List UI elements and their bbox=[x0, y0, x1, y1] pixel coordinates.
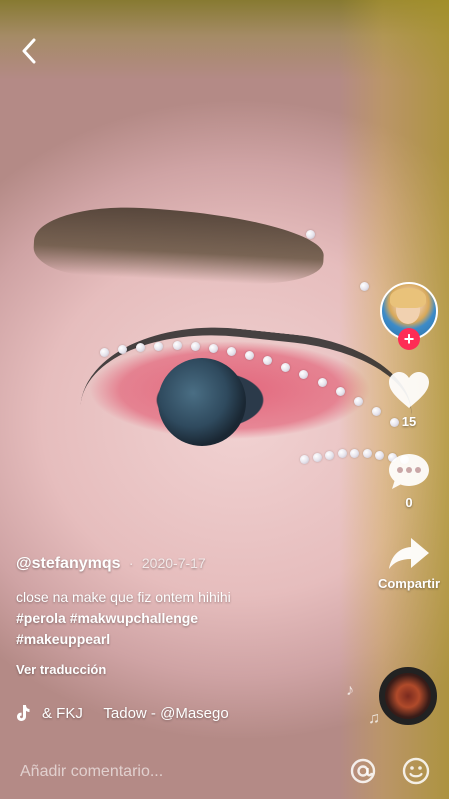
music-note-icon: ♫ bbox=[368, 710, 380, 727]
avatar-hair bbox=[390, 288, 426, 308]
post-date-separator: · bbox=[124, 555, 138, 571]
author-line: @stefanymqs · 2020-7-17 bbox=[16, 555, 346, 573]
comment-bubble-icon bbox=[389, 454, 429, 489]
pearl bbox=[226, 347, 236, 357]
tiktok-note-icon bbox=[17, 705, 30, 721]
back-chevron-icon bbox=[22, 38, 36, 64]
share-label: Compartir bbox=[377, 576, 441, 591]
pearl bbox=[353, 396, 363, 406]
music-info[interactable]: & FKJ Tadow - @Masego bbox=[16, 702, 256, 724]
eyebrow bbox=[32, 202, 326, 288]
pearl bbox=[335, 387, 345, 397]
comment-button[interactable]: 0 bbox=[387, 451, 431, 510]
comment-count: 0 bbox=[405, 495, 413, 510]
pearl bbox=[360, 282, 369, 291]
caption-text-block: close na make que fiz ontem hihihi #pero… bbox=[16, 587, 346, 650]
hashtag-line: #perola #makwupchallenge bbox=[16, 608, 346, 629]
like-button[interactable]: 15 bbox=[387, 370, 431, 429]
action-rail: + 15 0 Compartir bbox=[377, 282, 441, 591]
pearl bbox=[300, 455, 309, 464]
pearl bbox=[317, 378, 327, 388]
translate-link[interactable]: Ver traducción bbox=[16, 662, 346, 677]
pearl bbox=[362, 449, 372, 459]
comment-bar bbox=[0, 746, 449, 799]
pearl bbox=[100, 348, 109, 357]
share-button[interactable]: Compartir bbox=[378, 536, 440, 591]
music-disc[interactable] bbox=[379, 667, 437, 725]
author-username[interactable]: @stefanymqs bbox=[16, 555, 121, 572]
follow-button[interactable]: + bbox=[398, 328, 420, 350]
hashtag-link[interactable]: #makwupchallenge bbox=[70, 610, 198, 626]
hashtag-link[interactable]: #makeuppearl bbox=[16, 631, 110, 647]
pearl bbox=[312, 452, 322, 462]
pearl bbox=[281, 362, 291, 372]
comment-input[interactable] bbox=[18, 758, 322, 786]
video-caption: @stefanymqs · 2020-7-17 close na make qu… bbox=[16, 555, 346, 677]
emoji-icon[interactable] bbox=[401, 756, 431, 786]
share-arrow-icon bbox=[389, 538, 429, 569]
like-count: 15 bbox=[401, 414, 417, 429]
iris bbox=[158, 358, 246, 446]
caption-text: close na make que fiz ontem hihihi bbox=[16, 589, 231, 605]
pearl bbox=[306, 230, 315, 239]
pearl bbox=[350, 449, 359, 458]
hashtag-line: #makeuppearl bbox=[16, 629, 346, 650]
pearl bbox=[325, 450, 334, 460]
pearl bbox=[190, 342, 200, 352]
at-sign-icon[interactable] bbox=[348, 756, 378, 786]
music-note-icon: ♪ bbox=[346, 682, 354, 699]
pearl bbox=[245, 351, 254, 361]
heart-icon bbox=[389, 372, 429, 408]
post-date: 2020-7-17 bbox=[141, 555, 206, 571]
hashtag-link[interactable]: #perola bbox=[16, 610, 66, 626]
pearl bbox=[118, 344, 128, 354]
pearl bbox=[208, 344, 218, 354]
pearl bbox=[337, 449, 347, 459]
pearl bbox=[172, 341, 182, 351]
back-button[interactable] bbox=[16, 36, 42, 66]
music-title: & FKJ Tadow - @Masego bbox=[42, 704, 229, 722]
